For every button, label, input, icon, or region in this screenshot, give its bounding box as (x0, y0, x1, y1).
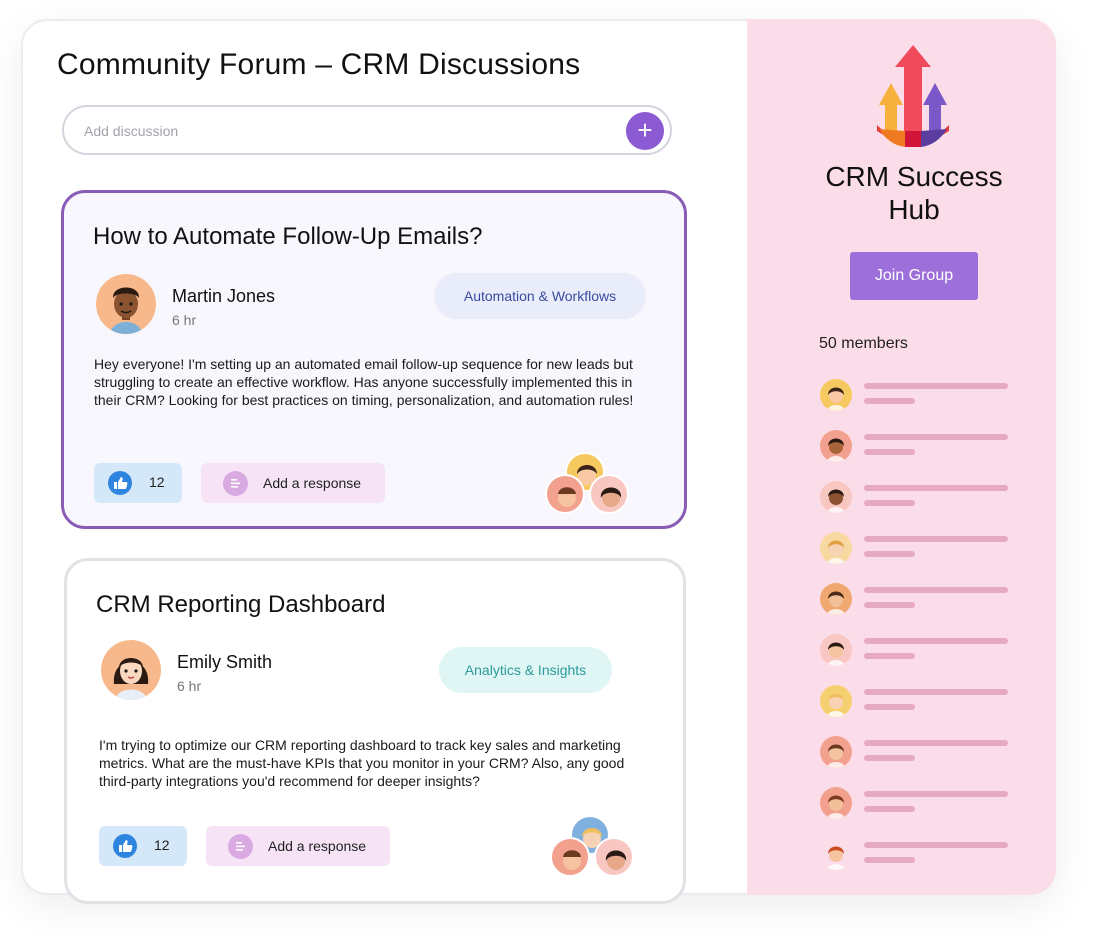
member-name-placeholder (864, 791, 1008, 797)
participant-avatars[interactable] (550, 815, 640, 877)
member-row[interactable] (820, 430, 1010, 462)
member-name-placeholder (864, 485, 1008, 491)
post-title[interactable]: CRM Reporting Dashboard (96, 591, 385, 619)
member-detail-placeholder (864, 704, 915, 710)
author-avatar[interactable] (101, 640, 161, 700)
member-name-placeholder (864, 383, 1008, 389)
add-response-button[interactable]: Add a response (201, 463, 385, 503)
member-detail-placeholder (864, 806, 915, 812)
thumbs-up-icon (113, 834, 137, 858)
member-detail-placeholder (864, 500, 915, 506)
group-title: CRM Success Hub (825, 161, 1003, 225)
participant-avatar (589, 474, 629, 514)
member-avatar[interactable] (820, 481, 852, 513)
member-name-placeholder (864, 689, 1008, 695)
member-name-placeholder (864, 434, 1008, 440)
like-count: 12 (149, 474, 165, 490)
member-row[interactable] (820, 685, 1010, 717)
add-discussion-button[interactable]: + (626, 112, 664, 150)
member-name-placeholder (864, 536, 1008, 542)
member-name-placeholder (864, 740, 1008, 746)
topic-tag[interactable]: Analytics & Insights (439, 647, 612, 693)
join-group-button[interactable]: Join Group (850, 252, 978, 300)
participant-avatars[interactable] (545, 452, 635, 514)
member-avatar[interactable] (820, 685, 852, 717)
like-button[interactable]: 12 (99, 826, 187, 866)
topic-tag[interactable]: Automation & Workflows (434, 273, 646, 319)
thumbs-up-icon (108, 471, 132, 495)
author-avatar[interactable] (96, 274, 156, 334)
add-response-label: Add a response (263, 475, 362, 491)
member-avatar[interactable] (820, 787, 852, 819)
avatar-woman-icon (113, 658, 149, 700)
post-body: I'm trying to optimize our CRM reporting… (99, 737, 625, 789)
add-discussion-input[interactable] (82, 119, 606, 143)
participant-avatar (545, 474, 585, 514)
post-time: 6 hr (177, 678, 202, 694)
like-count: 12 (154, 837, 170, 853)
member-detail-placeholder (864, 551, 915, 557)
message-icon (228, 834, 253, 859)
add-response-label: Add a response (268, 838, 367, 854)
member-detail-placeholder (864, 755, 915, 761)
post-time: 6 hr (172, 312, 197, 328)
author-name[interactable]: Emily Smith (177, 652, 272, 673)
participant-avatar (594, 837, 634, 877)
member-name-placeholder (864, 638, 1008, 644)
member-avatar[interactable] (820, 583, 852, 615)
member-avatar[interactable] (820, 430, 852, 462)
member-row[interactable] (820, 838, 1010, 870)
member-row[interactable] (820, 481, 1010, 513)
member-detail-placeholder (864, 602, 915, 608)
member-avatar[interactable] (820, 379, 852, 411)
member-row[interactable] (820, 787, 1010, 819)
member-avatar[interactable] (820, 838, 852, 870)
member-row[interactable] (820, 634, 1010, 666)
add-discussion-bar: + (62, 105, 672, 155)
member-detail-placeholder (864, 653, 915, 659)
page-title: Community Forum – CRM Discussions (57, 48, 581, 81)
member-detail-placeholder (864, 857, 915, 863)
member-detail-placeholder (864, 449, 915, 455)
post-body: Hey everyone! I'm setting up an automate… (94, 356, 634, 408)
avatar-man-icon (110, 287, 142, 334)
add-response-button[interactable]: Add a response (206, 826, 390, 866)
member-avatar[interactable] (820, 634, 852, 666)
members-count: 50 members (819, 335, 908, 352)
participant-avatar (550, 837, 590, 877)
message-icon (223, 471, 248, 496)
like-button[interactable]: 12 (94, 463, 182, 503)
member-row[interactable] (820, 583, 1010, 615)
member-name-placeholder (864, 587, 1008, 593)
member-row[interactable] (820, 532, 1010, 564)
member-avatar[interactable] (820, 532, 852, 564)
member-row[interactable] (820, 379, 1010, 411)
member-name-placeholder (864, 842, 1008, 848)
member-avatar[interactable] (820, 736, 852, 768)
member-row[interactable] (820, 736, 1010, 768)
member-detail-placeholder (864, 398, 915, 404)
group-logo-icon (875, 45, 951, 147)
author-name[interactable]: Martin Jones (172, 286, 275, 307)
post-title[interactable]: How to Automate Follow-Up Emails? (93, 223, 482, 251)
